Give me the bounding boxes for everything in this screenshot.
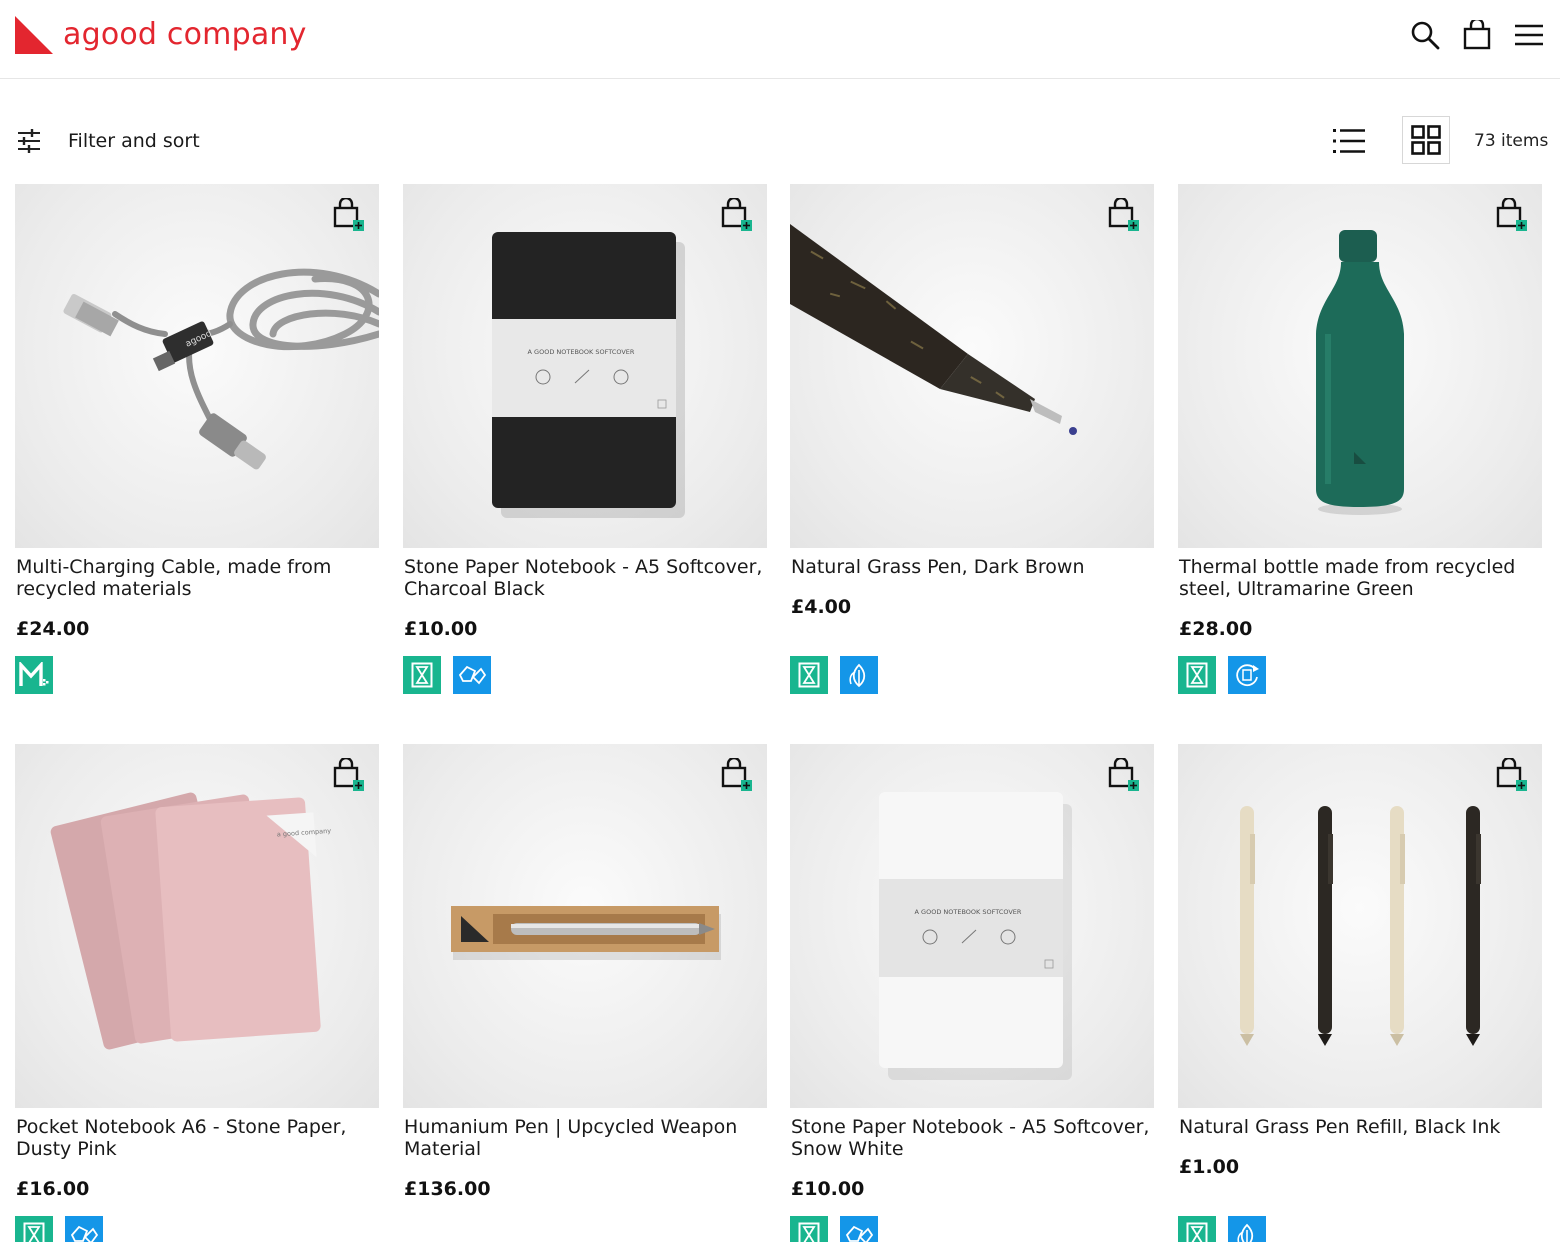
listing-toolbar: Filter and sort 73 items [0,112,1560,170]
site-header: agood company [0,0,1560,79]
product-title[interactable]: Humanium Pen | Upcycled Weapon Material [403,1116,767,1172]
product-title[interactable]: Natural Grass Pen, Dark Brown [790,556,1154,590]
product-card: agood Multi-Charging Cable, made from re… [15,184,379,694]
product-title[interactable]: Stone Paper Notebook - A5 Softcover, Sno… [790,1116,1154,1172]
hourglass-badge-icon[interactable] [790,656,828,694]
product-image[interactable] [790,184,1154,548]
product-card: Thermal bottle made from recycled steel,… [1178,184,1542,694]
leaf-badge-icon[interactable] [1228,1216,1266,1242]
product-image[interactable] [403,744,767,1108]
product-title[interactable]: Stone Paper Notebook - A5 Softcover, Cha… [403,556,767,612]
black-notebook-image: A GOOD NOTEBOOK SOFTCOVER [492,232,685,518]
product-image[interactable] [1178,744,1542,1108]
leaf-badge-icon[interactable] [840,656,878,694]
add-to-bag-icon[interactable] [333,198,365,232]
hourglass-badge-icon[interactable] [15,1216,53,1242]
product-price: £10.00 [404,618,478,640]
product-image[interactable] [1178,184,1542,548]
recycle-badge-icon[interactable] [1228,656,1266,694]
product-price: £16.00 [16,1178,90,1200]
list-view-button[interactable] [1326,117,1372,165]
stone-badge-icon[interactable] [840,1216,878,1242]
add-to-bag-icon[interactable] [1496,758,1528,792]
hourglass-badge-icon[interactable] [1178,1216,1216,1242]
stone-badge-icon[interactable] [65,1216,103,1242]
grid-view-button[interactable] [1402,116,1450,164]
product-price: £1.00 [1179,1156,1240,1178]
sliders-icon [18,129,40,153]
product-image[interactable]: A GOOD NOTEBOOK SOFTCOVER [403,184,767,548]
product-card: A GOOD NOTEBOOK SOFTCOVER Stone Paper No… [403,184,767,694]
product-title[interactable]: Multi-Charging Cable, made from recycled… [15,556,379,612]
product-image[interactable]: agood [15,184,379,548]
add-to-bag-icon[interactable] [1108,198,1140,232]
thermal-bottle-image [1316,230,1404,515]
product-title[interactable]: Natural Grass Pen Refill, Black Ink [1178,1116,1542,1150]
humanium-pen-image [451,906,721,960]
filter-and-sort-button[interactable]: Filter and sort [16,112,200,170]
item-count: 73 items [1474,131,1549,151]
list-view-icon [1333,129,1365,153]
product-card: Natural Grass Pen, Dark Brown £4.00 [790,184,1154,694]
stone-badge-icon[interactable] [453,656,491,694]
add-to-bag-icon[interactable] [721,198,753,232]
brand-logo[interactable]: agood company [15,16,307,54]
product-price: £10.00 [791,1178,865,1200]
shopping-bag-icon[interactable] [1460,18,1494,52]
charging-cable-image: agood [63,268,379,470]
product-price: £28.00 [1179,618,1253,640]
product-price: £136.00 [404,1178,491,1200]
add-to-bag-icon[interactable] [1108,758,1140,792]
product-image[interactable]: a good company [15,744,379,1108]
filter-label: Filter and sort [68,130,200,152]
hourglass-badge-icon[interactable] [790,1216,828,1242]
grass-pen-image [790,224,1077,435]
logo-triangle-icon [15,16,53,54]
product-title[interactable]: Pocket Notebook A6 - Stone Paper, Dusty … [15,1116,379,1172]
search-icon[interactable] [1408,18,1442,52]
add-to-bag-icon[interactable] [333,758,365,792]
materials-badge-icon[interactable] [15,656,53,694]
hourglass-badge-icon[interactable] [1178,656,1216,694]
pink-notebooks-image: a good company [50,792,331,1050]
grid-view-icon [1411,125,1441,155]
product-image[interactable]: A GOOD NOTEBOOK SOFTCOVER [790,744,1154,1108]
product-card: A GOOD NOTEBOOK SOFTCOVER Stone Paper No… [790,744,1154,1242]
add-to-bag-icon[interactable] [721,758,753,792]
product-card: Humanium Pen | Upcycled Weapon Material … [403,744,767,1200]
menu-icon[interactable] [1512,18,1546,52]
product-card: a good company Pocket Notebook A6 - Ston… [15,744,379,1242]
add-to-bag-icon[interactable] [1496,198,1528,232]
notebook-band-text: A GOOD NOTEBOOK SOFTCOVER [528,348,635,356]
pen-refills-image [1240,806,1481,1046]
hourglass-badge-icon[interactable] [403,656,441,694]
product-card: Natural Grass Pen Refill, Black Ink £1.0… [1178,744,1542,1242]
product-price: £4.00 [791,596,852,618]
white-notebook-image: A GOOD NOTEBOOK SOFTCOVER [879,792,1072,1080]
notebook-band-text: A GOOD NOTEBOOK SOFTCOVER [915,908,1022,916]
product-price: £24.00 [16,618,90,640]
brand-name: agood company [63,17,307,52]
product-title[interactable]: Thermal bottle made from recycled steel,… [1178,556,1542,612]
